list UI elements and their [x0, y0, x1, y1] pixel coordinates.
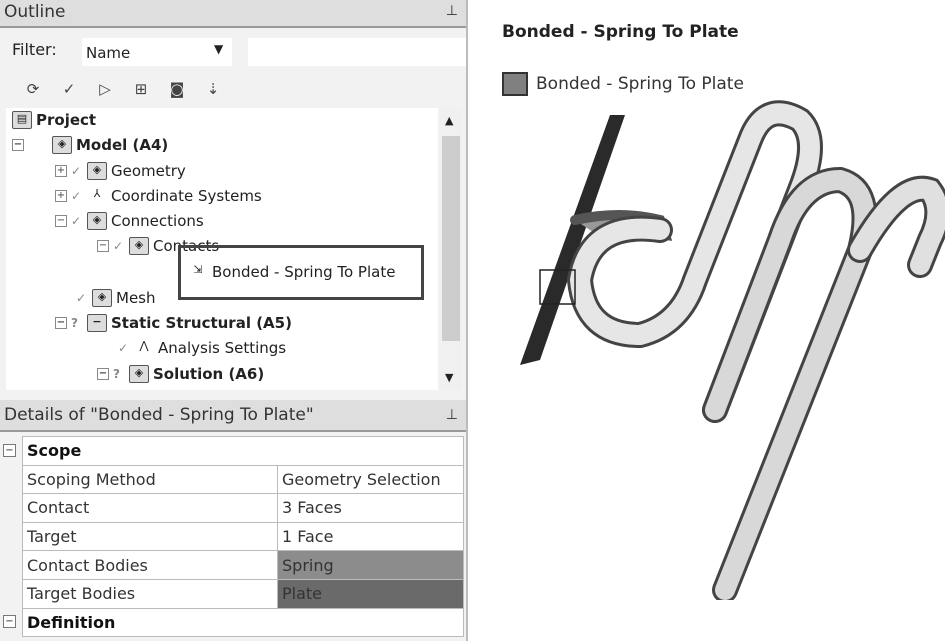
property-value[interactable]: Spring: [277, 550, 464, 580]
tree-label: Project: [36, 111, 97, 129]
check-icon[interactable]: ✓: [58, 80, 80, 98]
collapse-icon[interactable]: −: [97, 368, 109, 380]
project-icon: ▤: [12, 111, 32, 129]
check-icon: ✓: [71, 164, 82, 178]
scroll-thumb[interactable]: [442, 136, 460, 341]
static-structural-icon: −: [87, 314, 107, 332]
tree-label: Solution (A6): [153, 365, 265, 383]
filter-input[interactable]: [248, 38, 466, 66]
tree-item-project[interactable]: ▤ Project: [12, 108, 96, 132]
question-icon: ?: [113, 367, 120, 381]
tree-item-solution[interactable]: −? ◈ Solution (A6): [97, 362, 264, 386]
suppress-icon[interactable]: ◙: [166, 80, 188, 98]
check-icon: ✓: [113, 239, 124, 253]
collapse-icon[interactable]: −: [55, 317, 67, 329]
geometry-icon: ◈: [87, 162, 107, 180]
check-icon: ✓: [71, 214, 82, 228]
filter-label: Filter:: [12, 40, 57, 59]
tree-item-connections[interactable]: − ✓ ◈ Connections: [55, 209, 204, 233]
filter-bar: Filter: Name ▼: [4, 36, 466, 68]
refresh-icon[interactable]: ⟳: [22, 80, 44, 98]
expand-icon[interactable]: +: [55, 165, 67, 177]
property-name: Contact Bodies: [22, 550, 278, 580]
connect-icon[interactable]: ▷: [94, 80, 116, 98]
collapse-scope-icon[interactable]: −: [3, 444, 16, 457]
check-icon: ✓: [71, 189, 82, 203]
expand-icon[interactable]: ⊞: [130, 80, 152, 98]
group-definition[interactable]: Definition: [22, 607, 464, 638]
property-name: Target: [22, 521, 278, 552]
question-icon: ?: [71, 316, 78, 330]
pin-icon[interactable]: ⊥: [446, 3, 458, 19]
pin-icon[interactable]: ⊥: [446, 407, 458, 423]
model-viewport[interactable]: [480, 80, 945, 600]
details-header: Details of "Bonded - Spring To Plate" ⊥: [0, 400, 466, 432]
tree-label: Analysis Settings: [158, 339, 287, 357]
table-row[interactable]: Contact Bodies Spring: [22, 550, 464, 580]
left-panel: Outline ⊥ Filter: Name ▼ ⟳ ✓ ▷ ⊞ ◙ ⇣ ▤ Pro…: [0, 0, 468, 641]
expand-icon[interactable]: +: [55, 190, 67, 202]
contacts-icon: ◈: [129, 237, 149, 255]
mesh-icon: ◈: [92, 289, 112, 307]
selection-highlight-box: [178, 245, 424, 300]
property-value[interactable]: Plate: [277, 578, 464, 609]
connections-icon: ◈: [87, 212, 107, 230]
tree-label: Static Structural (A5): [111, 314, 292, 332]
check-icon: ✓: [76, 291, 87, 305]
property-name: Contact: [22, 493, 278, 523]
analysis-settings-icon: ⋀: [139, 339, 149, 352]
tree-item-geometry[interactable]: + ✓ ◈ Geometry: [55, 159, 186, 183]
outline-header: Outline ⊥: [0, 0, 466, 28]
outline-title: Outline: [4, 2, 66, 22]
tree-label: Connections: [111, 212, 204, 230]
table-row[interactable]: Scoping Method Geometry Selection: [22, 464, 464, 495]
table-row[interactable]: Target Bodies Plate: [22, 578, 464, 609]
tree-item-mesh[interactable]: ✓ ◈ Mesh: [76, 286, 156, 310]
group-scope[interactable]: Scope: [22, 436, 464, 466]
filter-value: Name: [86, 44, 131, 62]
graphics-title: Bonded - Spring To Plate: [502, 22, 739, 42]
sort-az-icon[interactable]: ⇣: [202, 80, 224, 98]
details-table: Scope Scoping Method Geometry Selection C…: [22, 436, 464, 638]
details-title: Details of "Bonded - Spring To Plate": [4, 405, 314, 425]
property-value[interactable]: 3 Faces: [277, 493, 464, 523]
spring[interactable]: [566, 100, 945, 600]
filter-select[interactable]: Name: [82, 38, 232, 66]
collapse-icon[interactable]: −: [12, 139, 24, 151]
tree-label: Model (A4): [76, 136, 169, 154]
property-name: Scoping Method: [22, 464, 278, 495]
check-icon: ✓: [118, 341, 129, 355]
tree-item-analysis-settings[interactable]: ✓ ⋀ Analysis Settings: [118, 336, 286, 360]
axes-icon: ⅄: [93, 187, 101, 200]
tree-label: Coordinate Systems: [111, 187, 262, 205]
table-row[interactable]: Target 1 Face: [22, 521, 464, 552]
outline-toolbar: ⟳ ✓ ▷ ⊞ ◙ ⇣: [4, 74, 224, 104]
tree-label: Mesh: [116, 289, 156, 307]
tree-item-static-structural[interactable]: −? − Static Structural (A5): [55, 311, 292, 335]
property-value[interactable]: Geometry Selection: [277, 464, 464, 495]
tree-item-model[interactable]: − ◈ Model (A4): [12, 133, 168, 157]
collapse-definition-icon[interactable]: −: [3, 615, 16, 628]
tree-scrollbar[interactable]: ▲ ▼: [440, 108, 462, 390]
solution-icon: ◈: [129, 365, 149, 383]
property-value[interactable]: 1 Face: [277, 521, 464, 552]
scroll-down-icon[interactable]: ▼: [445, 371, 453, 384]
tree-item-coordinate-systems[interactable]: + ✓ ⅄ Coordinate Systems: [55, 184, 262, 208]
scroll-up-icon[interactable]: ▲: [445, 114, 453, 127]
tree-label: Geometry: [111, 162, 186, 180]
collapse-icon[interactable]: −: [55, 215, 67, 227]
property-name: Target Bodies: [22, 578, 278, 609]
chevron-down-icon[interactable]: ▼: [214, 42, 223, 56]
table-row[interactable]: Contact 3 Faces: [22, 493, 464, 523]
collapse-icon[interactable]: −: [97, 240, 109, 252]
model-icon: ◈: [52, 136, 72, 154]
